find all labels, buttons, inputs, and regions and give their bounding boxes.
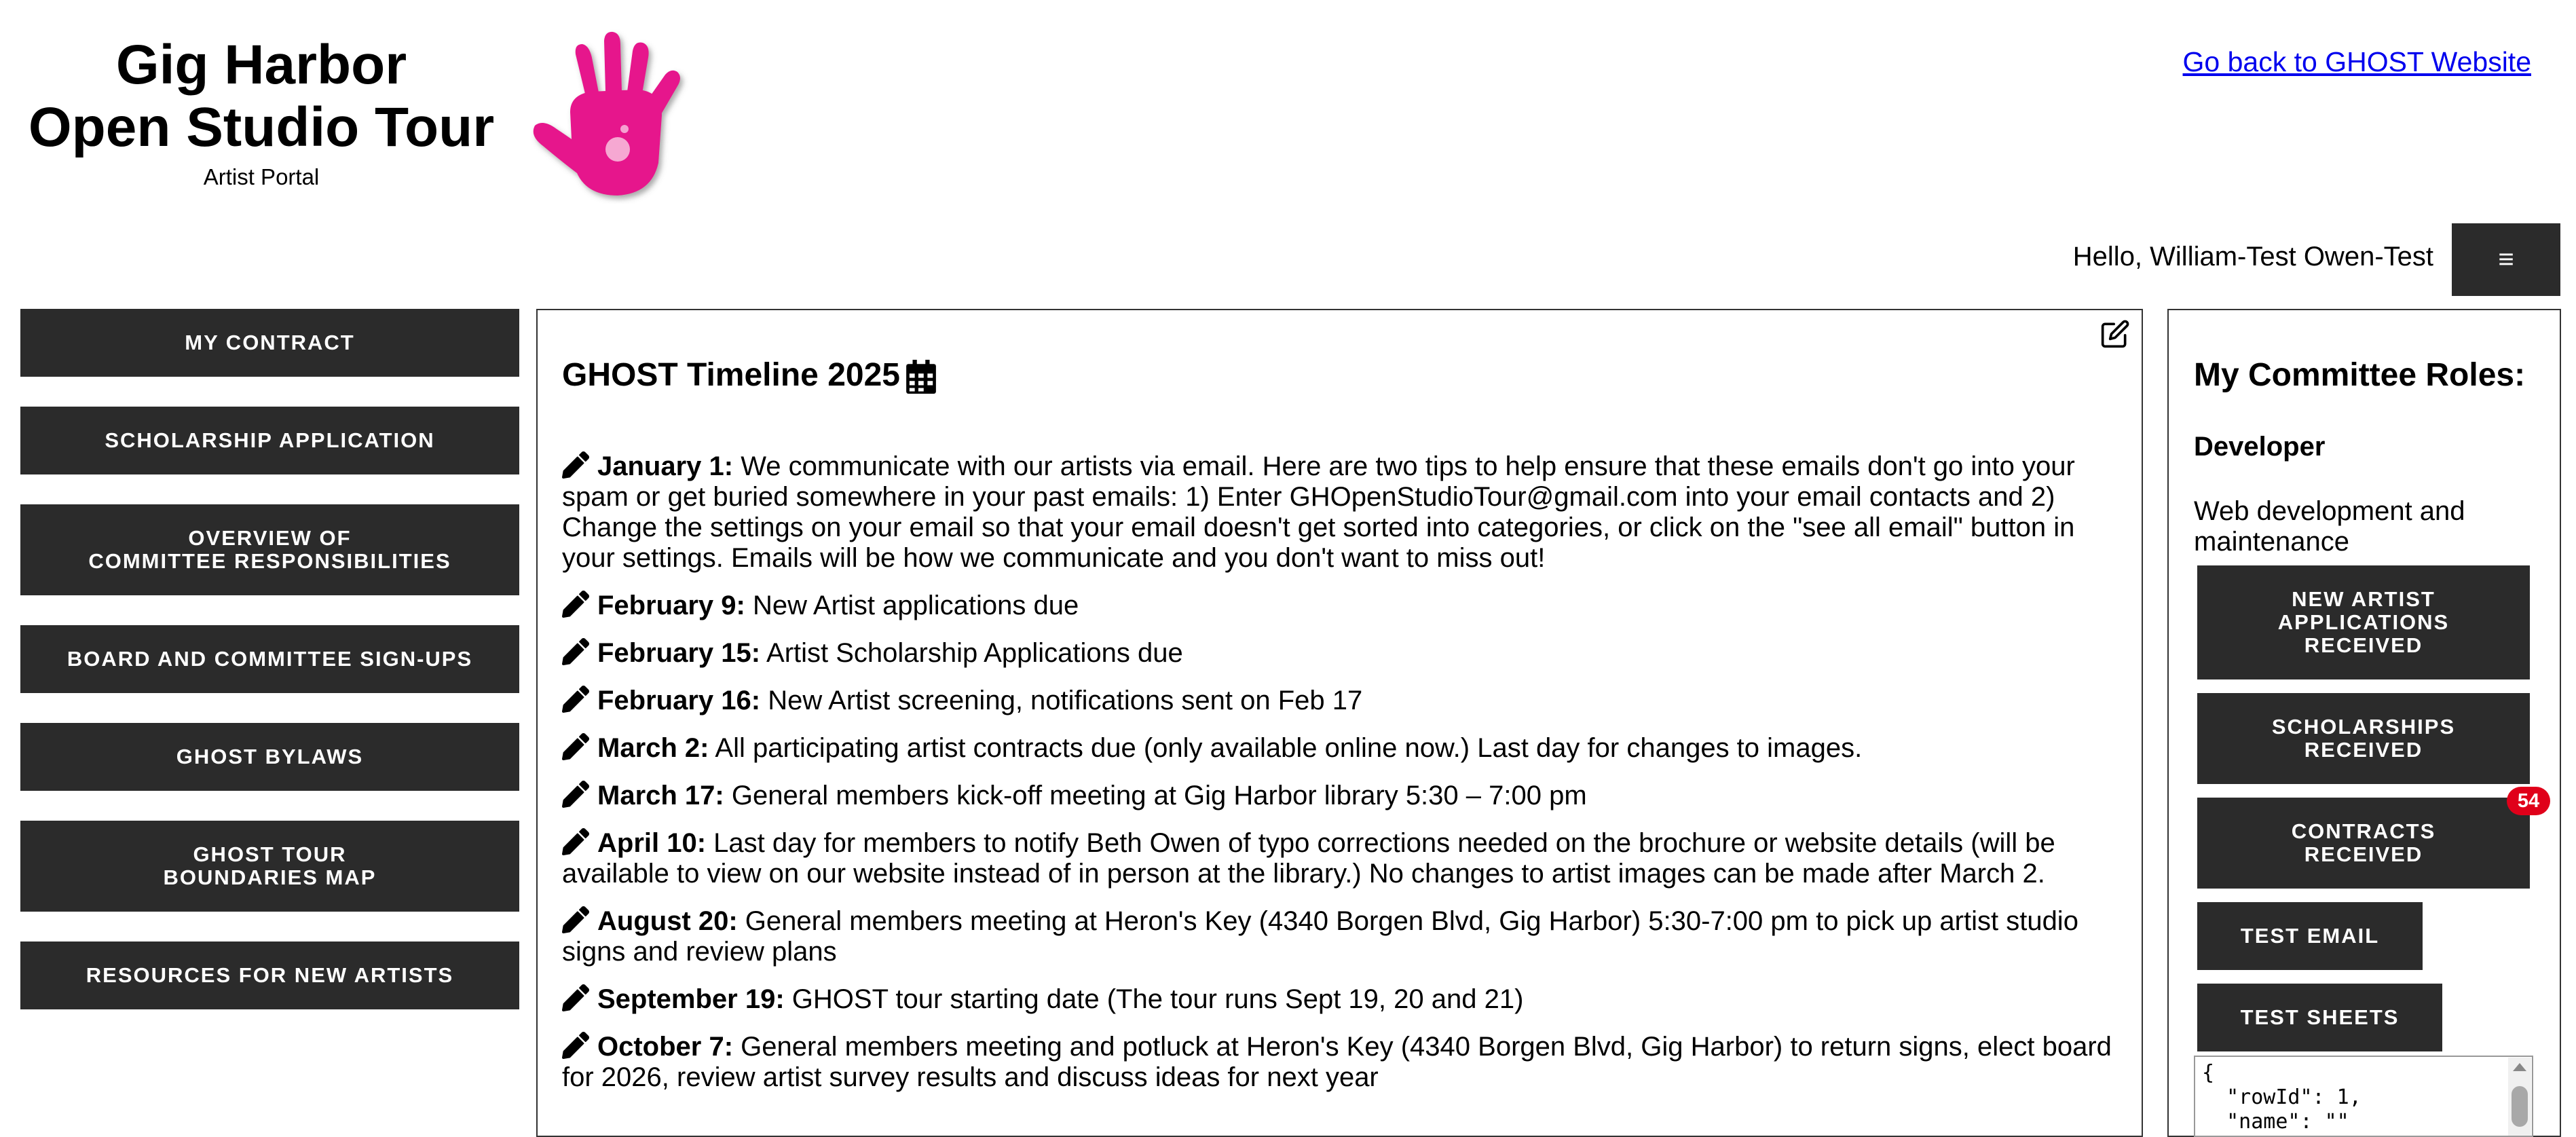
timeline-item: January 1: We communicate with our artis… bbox=[562, 451, 2123, 574]
scrollbar-thumb[interactable] bbox=[2512, 1086, 2528, 1127]
nav-label-line1: GHOST TOUR bbox=[193, 842, 347, 866]
timeline-date: September 19: bbox=[597, 984, 785, 1014]
site-title-line2: Open Studio Tour bbox=[28, 96, 495, 158]
timeline-item: August 20: General members meeting at He… bbox=[562, 906, 2123, 967]
pencil-icon bbox=[562, 984, 589, 1011]
btn-line2: RECEIVED bbox=[2304, 842, 2423, 866]
calendar-icon bbox=[906, 360, 936, 394]
nav-label: RESOURCES FOR NEW ARTISTS bbox=[86, 963, 454, 987]
pencil-icon bbox=[562, 1032, 589, 1059]
timeline-item: February 16: New Artist screening, notif… bbox=[562, 686, 2123, 716]
timeline-text: Artist Scholarship Applications due bbox=[760, 638, 1183, 668]
timeline-item: March 17: General members kick-off meeti… bbox=[562, 781, 2123, 811]
nav-label-line1: OVERVIEW OF bbox=[188, 526, 352, 550]
nav-label: MY CONTRACT bbox=[185, 331, 355, 354]
nav-my-contract-button[interactable]: MY CONTRACT bbox=[20, 309, 519, 377]
scroll-up-arrow-icon[interactable] bbox=[2512, 1060, 2528, 1074]
timeline-text: New Artist applications due bbox=[745, 591, 1079, 620]
role-description: Web development and maintenance bbox=[2194, 496, 2465, 557]
timeline-item: February 15: Artist Scholarship Applicat… bbox=[562, 638, 2123, 669]
timeline-text: All participating artist contracts due (… bbox=[709, 733, 1863, 763]
nav-committee-responsibilities-button[interactable]: OVERVIEW OF COMMITTEE RESPONSIBILITIES bbox=[20, 504, 519, 595]
btn-label: TEST SHEETS bbox=[2240, 1005, 2400, 1029]
timeline-text: GHOST tour starting date (The tour runs … bbox=[784, 984, 1524, 1014]
new-artist-applications-button[interactable]: NEW ARTIST APPLICATIONS RECEIVED bbox=[2197, 565, 2530, 679]
pink-handprint-icon bbox=[533, 31, 680, 195]
roles-title: My Committee Roles: bbox=[2194, 357, 2526, 393]
scholarships-received-button[interactable]: SCHOLARSHIPS RECEIVED bbox=[2197, 693, 2530, 784]
timeline-text: Last day for members to notify Beth Owen… bbox=[562, 828, 2055, 889]
back-to-website-link[interactable]: Go back to GHOST Website bbox=[2183, 46, 2531, 78]
nav-scholarship-application-button[interactable]: SCHOLARSHIP APPLICATION bbox=[20, 407, 519, 474]
timeline-text: We communicate with our artists via emai… bbox=[562, 451, 2075, 573]
timeline-date: March 17: bbox=[597, 781, 724, 810]
hamburger-menu-button[interactable]: ≡ bbox=[2452, 223, 2560, 296]
test-email-button[interactable]: TEST EMAIL bbox=[2197, 902, 2423, 970]
nav-label-line2: BOUNDARIES MAP bbox=[163, 865, 377, 889]
nav-resources-new-artists-button[interactable]: RESOURCES FOR NEW ARTISTS bbox=[20, 942, 519, 1009]
pencil-icon bbox=[562, 781, 589, 808]
timeline-item: October 7: General members meeting and p… bbox=[562, 1032, 2123, 1093]
timeline-item: February 9: New Artist applications due bbox=[562, 591, 2123, 621]
edit-icon[interactable] bbox=[2100, 319, 2130, 349]
timeline-date: February 15: bbox=[597, 638, 761, 668]
timeline-date: April 10: bbox=[597, 828, 707, 858]
nav-label: BOARD AND COMMITTEE SIGN-UPS bbox=[67, 647, 473, 671]
pencil-icon bbox=[562, 906, 589, 933]
pencil-icon bbox=[562, 638, 589, 665]
json-preview-textarea[interactable]: { "rowId": 1, "name": "" bbox=[2194, 1056, 2533, 1137]
site-subtitle: Artist Portal bbox=[203, 164, 320, 189]
timeline-date: February 16: bbox=[597, 686, 761, 715]
nav-boundaries-map-button[interactable]: GHOST TOUR BOUNDARIES MAP bbox=[20, 821, 519, 912]
timeline-text: General members meeting at Heron's Key (… bbox=[562, 906, 2078, 967]
nav-label: GHOST BYLAWS bbox=[176, 745, 364, 768]
contracts-received-button[interactable]: CONTRACTS RECEIVED bbox=[2197, 798, 2530, 889]
role-name: Developer bbox=[2194, 432, 2326, 462]
timeline-item: September 19: GHOST tour starting date (… bbox=[562, 984, 2123, 1015]
btn-line2: APPLICATIONS bbox=[2277, 610, 2450, 634]
nav-label-line2: COMMITTEE RESPONSIBILITIES bbox=[88, 549, 451, 573]
btn-line1: SCHOLARSHIPS bbox=[2271, 715, 2456, 739]
timeline-text: General members meeting and potluck at H… bbox=[562, 1032, 2112, 1092]
user-greeting: Hello, William-Test Owen-Test bbox=[2072, 242, 2433, 272]
timeline-text: New Artist screening, notifications sent… bbox=[760, 686, 1363, 715]
btn-line3: RECEIVED bbox=[2304, 633, 2423, 657]
pencil-icon bbox=[562, 828, 589, 855]
nav-board-signups-button[interactable]: BOARD AND COMMITTEE SIGN-UPS bbox=[20, 625, 519, 693]
timeline-date: January 1: bbox=[597, 451, 734, 481]
nav-label: SCHOLARSHIP APPLICATION bbox=[105, 428, 435, 452]
timeline-item: April 10: Last day for members to notify… bbox=[562, 828, 2123, 889]
site-title-line1: Gig Harbor bbox=[115, 34, 407, 96]
pencil-icon bbox=[562, 451, 589, 479]
site-title: Gig Harbor Open Studio Tour bbox=[27, 34, 496, 159]
test-sheets-button[interactable]: TEST SHEETS bbox=[2197, 984, 2442, 1051]
nav-ghost-bylaws-button[interactable]: GHOST BYLAWS bbox=[20, 723, 519, 791]
btn-line2: RECEIVED bbox=[2304, 738, 2423, 762]
contracts-count-badge: 54 bbox=[2507, 787, 2550, 815]
timeline-list: January 1: We communicate with our artis… bbox=[562, 451, 2123, 1110]
timeline-text: General members kick-off meeting at Gig … bbox=[724, 781, 1587, 810]
timeline-date: August 20: bbox=[597, 906, 738, 936]
btn-line1: NEW ARTIST bbox=[2292, 587, 2435, 611]
hamburger-icon: ≡ bbox=[2498, 244, 2514, 274]
timeline-date: February 9: bbox=[597, 591, 745, 620]
btn-label: TEST EMAIL bbox=[2240, 924, 2380, 948]
pencil-icon bbox=[562, 733, 589, 760]
timeline-title: GHOST Timeline 2025 bbox=[562, 357, 900, 393]
pencil-icon bbox=[562, 591, 589, 618]
timeline-date: October 7: bbox=[597, 1032, 734, 1062]
timeline-date: March 2: bbox=[597, 733, 709, 763]
timeline-item: March 2: All participating artist contra… bbox=[562, 733, 2123, 764]
pencil-icon bbox=[562, 686, 589, 713]
btn-line1: CONTRACTS bbox=[2291, 819, 2436, 843]
